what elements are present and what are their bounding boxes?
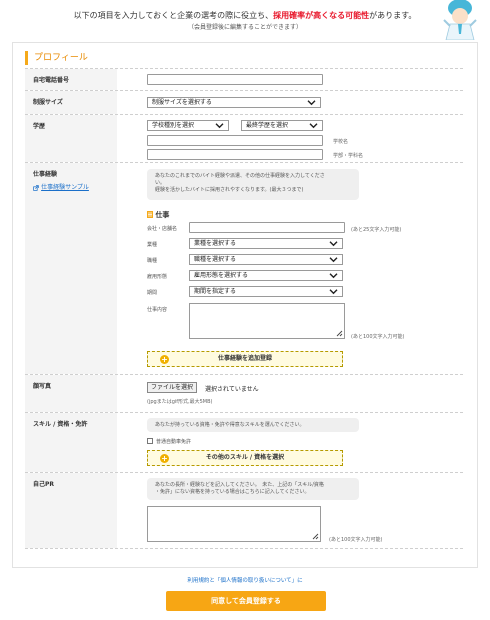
home-phone-label: 自宅電話番号: [25, 69, 117, 90]
job-heading-text: 仕事: [155, 211, 170, 219]
final-education-select[interactable]: 最終学歴を選択: [241, 120, 323, 131]
add-work-label: 仕事経験を追加登録: [217, 355, 272, 362]
faculty-hint: 学部・学科名: [333, 153, 364, 159]
intro-subtext: （会員登録後に編集することができます）: [187, 24, 302, 31]
period-select[interactable]: 期間を指定する: [189, 286, 343, 297]
employment-value: 雇用形態を選択する: [194, 272, 249, 279]
other-skills-label: その他のスキル / 資格を選択: [205, 454, 285, 461]
document-icon: [147, 211, 153, 218]
choose-file-button[interactable]: ファイルを選択: [147, 382, 198, 393]
row-uniform-size: 制服サイズ 制服サイズを選択する: [25, 91, 463, 115]
company-label: 会社・店舗名: [147, 226, 178, 232]
company-hint: (あと25文字入力可能): [351, 227, 402, 233]
uniform-size-value: 制服サイズを選択する: [152, 99, 212, 106]
occupation-label: 職種: [147, 258, 158, 264]
work-sample-link-wrap: 仕事経験サンプル: [33, 182, 117, 191]
school-name-input[interactable]: [147, 135, 323, 146]
period-value: 期間を指定する: [194, 288, 237, 295]
chevron-down-icon: [309, 123, 318, 129]
skills-note: あなたが持っている資格・免許や得意なスキルを選んでください。: [147, 418, 359, 432]
self-pr-hint: (あと100文字入力可能): [329, 537, 383, 543]
row-work-experience: 仕事経験 仕事経験サンプル あなたのこれまでのバイト経験や派遣、その他の仕事経験…: [25, 163, 463, 375]
row-self-pr: 自己PR あなたの長所・経験などを記入してください。 未た、上記の「スキル/資格…: [25, 473, 463, 549]
self-pr-label: 自己PR: [25, 473, 117, 548]
row-education: 学歴 学校種別を選択 最終学歴を選択 学校名 学部・学科名: [25, 115, 463, 163]
pr-note-line2: ・免許」にない資格を持っている場合はこちらに記入してください。: [155, 489, 310, 495]
job-content-hint: (あと100文字入力可能): [351, 334, 405, 340]
add-work-experience-button[interactable]: + 仕事経験を追加登録: [147, 351, 343, 367]
school-name-hint: 学校名: [333, 139, 349, 145]
chevron-down-icon: [329, 289, 338, 295]
uniform-size-select[interactable]: 制服サイズを選択する: [147, 97, 321, 108]
skills-label: スキル / 資格・免許: [25, 413, 117, 472]
plus-icon: +: [160, 355, 169, 364]
chevron-down-icon: [329, 241, 338, 247]
employment-select[interactable]: 雇用形態を選択する: [189, 270, 343, 281]
driver-license-label[interactable]: 普通自動車免許: [156, 438, 191, 445]
school-type-select[interactable]: 学校種別を選択: [147, 120, 229, 131]
job-content-textarea[interactable]: [189, 303, 345, 339]
company-input[interactable]: [189, 222, 345, 233]
occupation-select[interactable]: 職種を選択する: [189, 254, 343, 265]
intro-highlight: 採用確率が高くなる可能性: [273, 11, 370, 20]
school-type-value: 学校種別を選択: [152, 122, 195, 129]
profile-card: プロフィール 自宅電話番号 制服サイズ 制服サイズを選択する 学歴 学校種別を選…: [12, 42, 478, 568]
industry-label: 業種: [147, 242, 158, 248]
file-hint: (jpgまたはgif形式,最大5MB): [147, 399, 213, 405]
mascot-illustration: [443, 0, 477, 40]
work-sample-link[interactable]: 仕事経験サンプル: [41, 184, 89, 191]
work-experience-label: 仕事経験: [33, 171, 58, 178]
occupation-value: 職種を選択する: [194, 256, 237, 263]
work-experience-label-cell: 仕事経験 仕事経験サンプル: [25, 163, 117, 374]
select-other-skills-button[interactable]: + その他のスキル / 資格を選択: [147, 450, 343, 466]
uniform-size-label: 制服サイズ: [25, 91, 117, 114]
resize-grip-icon[interactable]: [312, 533, 319, 540]
chevron-down-icon: [307, 100, 316, 106]
chevron-down-icon: [329, 257, 338, 263]
work-note-line3: 経験を活かしたバイトに採用されやすくなります。(最大３つまで): [155, 187, 304, 193]
driver-license-checkbox[interactable]: [147, 438, 153, 444]
photo-label: 顔写真: [25, 375, 117, 412]
period-label: 期間: [147, 290, 158, 296]
employment-label: 雇用形態: [147, 274, 168, 280]
work-note-line1: あなたのこれまでのバイト経験や派遣、その他の仕事経験を入力してくださ: [155, 173, 325, 179]
industry-select[interactable]: 業種を選択する: [189, 238, 343, 249]
section-title: プロフィール: [25, 51, 88, 65]
job-content-label: 仕事内容: [147, 307, 168, 313]
self-pr-textarea[interactable]: [147, 506, 321, 542]
row-home-phone: 自宅電話番号: [25, 69, 463, 91]
final-education-value: 最終学歴を選択: [246, 122, 289, 129]
home-phone-input[interactable]: [147, 74, 323, 85]
plus-icon: +: [160, 454, 169, 463]
chevron-down-icon: [329, 273, 338, 279]
row-skills: スキル / 資格・免許 あなたが持っている資格・免許や得意なスキルを選んでくださ…: [25, 413, 463, 473]
terms-link[interactable]: 利用規約と「個人情報の取り扱いについて」に: [0, 576, 490, 584]
row-photo: 顔写真 ファイルを選択 選択されていません (jpgまたはgif形式,最大5MB…: [25, 375, 463, 413]
intro-text: 以下の項目を入力しておくと企業の選考の際に役立ち、採用確率が高くなる可能性があり…: [73, 11, 417, 20]
external-link-icon: [33, 184, 39, 191]
industry-value: 業種を選択する: [194, 240, 237, 247]
work-note-line2: い。: [155, 180, 166, 186]
resize-grip-icon[interactable]: [336, 330, 343, 337]
education-label: 学歴: [25, 115, 117, 162]
chevron-down-icon: [215, 123, 224, 129]
work-experience-note: あなたのこれまでのバイト経験や派遣、その他の仕事経験を入力してくださ い。 経験…: [147, 169, 359, 200]
job-heading: 仕事: [147, 210, 169, 220]
faculty-input[interactable]: [147, 149, 323, 160]
agree-register-button[interactable]: 同意して会員登録する: [166, 591, 326, 611]
file-status: 選択されていません: [205, 386, 259, 393]
self-pr-note: あなたの長所・経験などを記入してください。 未た、上記の「スキル/資格 ・免許」…: [147, 478, 359, 500]
pr-note-line1: あなたの長所・経験などを記入してください。 未た、上記の「スキル/資格: [155, 482, 324, 488]
